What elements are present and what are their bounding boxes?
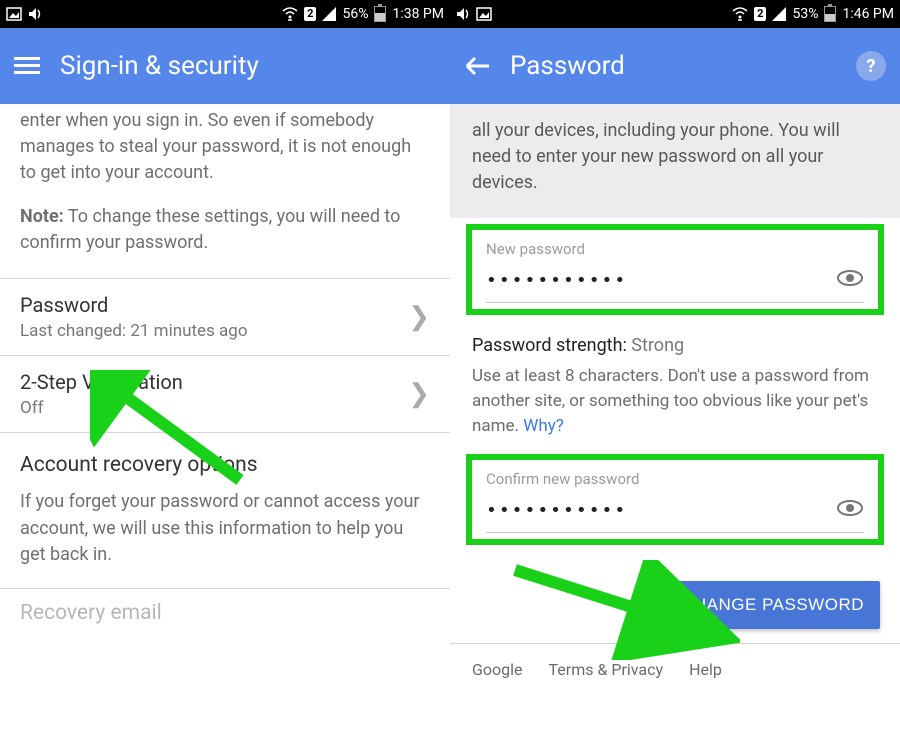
left-screenshot: 2 56% 1:38 PM Sign-in & security single … — [0, 0, 450, 750]
wifi-icon — [282, 7, 298, 21]
info-banner: all your devices, including your phone. … — [450, 104, 900, 218]
change-password-button[interactable]: CHANGE PASSWORD — [665, 581, 880, 629]
password-row[interactable]: Password Last changed: 21 minutes ago ❯ — [0, 279, 450, 355]
intro-text: single use code to your phone for you to… — [0, 104, 450, 278]
signal-icon — [322, 7, 336, 21]
picture-icon — [6, 7, 22, 21]
recovery-title: Account recovery options — [0, 433, 450, 483]
battery-percent: 56% — [342, 6, 368, 22]
password-help-text: Use at least 8 characters. Don't use a p… — [450, 360, 900, 448]
two-step-sub: Off — [20, 398, 183, 418]
visibility-toggle-icon[interactable] — [836, 268, 864, 292]
page-title: Password — [510, 51, 836, 81]
status-bar: 2 53% 1:46 PM — [450, 0, 900, 28]
visibility-toggle-icon[interactable] — [836, 498, 864, 522]
battery-percent: 53% — [792, 6, 818, 22]
signal-icon — [772, 7, 786, 21]
two-step-label: 2-Step Verification — [20, 370, 183, 394]
battery-icon — [824, 6, 836, 22]
battery-icon — [374, 6, 386, 22]
footer-terms[interactable]: Terms & Privacy — [549, 660, 664, 679]
password-sub: Last changed: 21 minutes ago — [20, 321, 248, 341]
footer-links: Google Terms & Privacy Help — [450, 643, 900, 695]
chevron-right-icon: ❯ — [408, 302, 430, 332]
status-time: 1:38 PM — [392, 6, 444, 22]
confirm-password-label: Confirm new password — [486, 470, 864, 488]
new-password-field[interactable]: New password ••••••••••• — [466, 224, 884, 315]
volume-icon — [28, 7, 42, 21]
app-bar: Password ? — [450, 28, 900, 104]
wifi-icon — [732, 7, 748, 21]
page-title: Sign-in & security — [60, 51, 436, 81]
app-bar: Sign-in & security — [0, 28, 450, 104]
confirm-password-field[interactable]: Confirm new password ••••••••••• — [466, 454, 884, 545]
sim-icon: 2 — [754, 7, 766, 21]
status-bar: 2 56% 1:38 PM — [0, 0, 450, 28]
recovery-desc: If you forget your password or cannot ac… — [0, 483, 450, 587]
status-time: 1:46 PM — [842, 6, 894, 22]
new-password-label: New password — [486, 240, 864, 258]
right-screenshot: 2 53% 1:46 PM Password ? all your device… — [450, 0, 900, 750]
volume-icon — [456, 7, 470, 21]
note-text: Note: To change these settings, you will… — [20, 204, 430, 256]
footer-google[interactable]: Google — [472, 660, 523, 679]
two-step-row[interactable]: 2-Step Verification Off ❯ — [0, 356, 450, 432]
confirm-password-value: ••••••••••• — [486, 500, 627, 521]
password-strength: Password strength: Strong — [450, 321, 900, 360]
why-link[interactable]: Why? — [523, 416, 564, 436]
recovery-email-row[interactable]: Recovery email — [0, 589, 450, 625]
hamburger-icon[interactable] — [14, 56, 40, 76]
new-password-value: ••••••••••• — [486, 270, 627, 291]
sim-icon: 2 — [304, 7, 316, 21]
help-icon[interactable]: ? — [856, 51, 886, 81]
back-arrow-icon[interactable] — [464, 55, 490, 77]
chevron-right-icon: ❯ — [408, 379, 430, 409]
picture-icon — [476, 7, 492, 21]
footer-help[interactable]: Help — [689, 660, 722, 679]
password-label: Password — [20, 293, 248, 317]
